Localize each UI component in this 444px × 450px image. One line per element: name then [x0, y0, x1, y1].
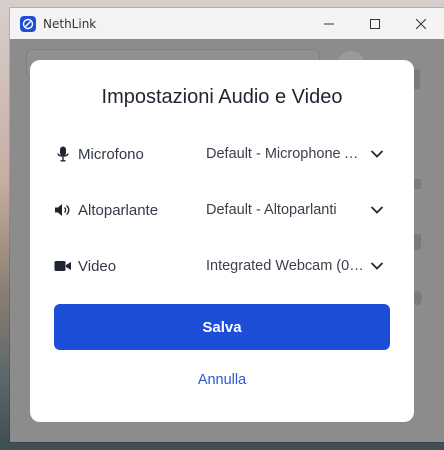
video-label: Video	[78, 257, 117, 275]
title-bar: NethLink	[10, 8, 444, 39]
microphone-selected-value: Default - Microphone Array	[206, 146, 364, 162]
audio-video-settings-dialog: Impostazioni Audio e Video Microfono Def…	[30, 60, 414, 422]
microphone-select[interactable]: Default - Microphone Array	[206, 142, 386, 166]
speaker-select[interactable]: Default - Altoparlanti	[206, 198, 386, 222]
chevron-down-icon	[370, 259, 384, 273]
speaker-setting-row: Altoparlante Default - Altoparlanti	[54, 198, 390, 222]
background-icon	[413, 179, 421, 189]
save-button[interactable]: Salva	[54, 304, 390, 350]
app-logo-icon	[20, 15, 36, 32]
background-icon	[413, 234, 421, 250]
video-setting-row: Video Integrated Webcam (0c45)	[54, 254, 390, 278]
close-button[interactable]	[398, 8, 444, 39]
cancel-button[interactable]: Annulla	[54, 367, 390, 393]
chevron-down-icon	[370, 203, 384, 217]
video-selected-value: Integrated Webcam (0c45)	[206, 258, 364, 274]
speaker-selected-value: Default - Altoparlanti	[206, 202, 337, 218]
minimize-button[interactable]	[306, 8, 352, 39]
microphone-icon	[54, 145, 72, 163]
maximize-icon	[370, 18, 380, 29]
maximize-button[interactable]	[352, 8, 398, 39]
microphone-setting-row: Microfono Default - Microphone Array	[54, 142, 390, 166]
background-icon	[413, 291, 422, 305]
dialog-title: Impostazioni Audio e Video	[101, 86, 343, 108]
window-title: NethLink	[43, 16, 97, 31]
close-icon	[416, 18, 426, 29]
speaker-icon	[54, 201, 72, 219]
minimize-icon	[324, 23, 334, 24]
video-camera-icon	[54, 257, 72, 275]
chevron-down-icon	[370, 147, 384, 161]
video-select[interactable]: Integrated Webcam (0c45)	[206, 254, 386, 278]
microphone-label: Microfono	[78, 145, 144, 163]
speaker-label: Altoparlante	[78, 201, 159, 219]
